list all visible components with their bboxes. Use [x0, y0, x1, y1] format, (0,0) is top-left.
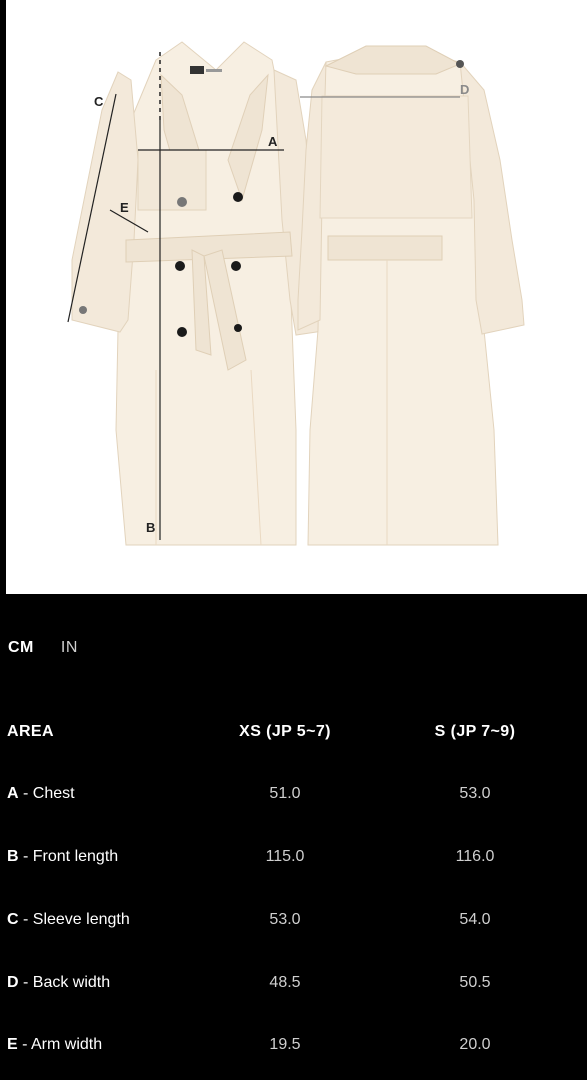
header-area: AREA	[7, 723, 54, 740]
value-s: 20.0	[459, 1036, 491, 1053]
value-s: 116.0	[455, 848, 495, 865]
measure-label-d: D	[460, 82, 469, 97]
button-icon	[177, 327, 187, 337]
value-xs: 19.5	[269, 1036, 301, 1053]
product-figure: A B C D E	[6, 0, 587, 594]
area-name: - Back width	[18, 974, 111, 991]
row-area: C - Sleeve length	[7, 911, 130, 929]
area-letter: E	[7, 1036, 18, 1053]
area-letter: D	[7, 974, 19, 991]
trench-coat-illustration: A B C D E	[67, 41, 525, 546]
button-icon	[231, 261, 241, 271]
unit-in-tab[interactable]: IN	[61, 639, 78, 657]
table-row: A - Chest 51.0 53.0	[0, 785, 587, 815]
button-icon	[175, 261, 185, 271]
area-name: - Sleeve length	[18, 911, 130, 928]
area-name: - Front length	[18, 848, 119, 865]
value-s: 50.5	[459, 974, 491, 991]
table-row: D - Back width 48.5 50.5	[0, 974, 587, 1004]
value-xs: 53.0	[269, 911, 301, 928]
button-icon	[456, 60, 464, 68]
measure-label-c: C	[94, 94, 104, 109]
button-icon	[234, 324, 242, 332]
table-row: E - Arm width 19.5 20.0	[0, 1036, 587, 1066]
row-area: E - Arm width	[7, 1036, 102, 1054]
measure-label-b: B	[146, 520, 155, 535]
table-header-row: AREA XS (JP 5~7) S (JP 7~9)	[0, 723, 587, 753]
measure-label-e: E	[120, 200, 129, 215]
table-row: B - Front length 115.0 116.0	[0, 848, 587, 878]
area-letter: A	[7, 785, 19, 802]
area-letter: C	[7, 911, 19, 928]
row-area: D - Back width	[7, 974, 110, 992]
value-xs: 48.5	[269, 974, 301, 991]
value-xs: 115.0	[265, 848, 305, 865]
area-name: - Chest	[18, 785, 75, 802]
brand-tag-icon	[190, 66, 204, 74]
value-s: 54.0	[459, 911, 491, 928]
unit-cm-tab[interactable]: CM	[8, 639, 34, 657]
value-s: 53.0	[459, 785, 491, 802]
button-icon	[79, 306, 87, 314]
header-size-xs: XS (JP 5~7)	[239, 723, 331, 740]
area-name: - Arm width	[17, 1036, 103, 1053]
table-row: C - Sleeve length 53.0 54.0	[0, 911, 587, 941]
area-letter: B	[7, 848, 19, 865]
row-area: A - Chest	[7, 785, 75, 803]
button-icon	[177, 197, 187, 207]
coat-back	[297, 45, 525, 546]
row-area: B - Front length	[7, 848, 118, 866]
unit-toggle: CM IN	[8, 639, 78, 657]
value-xs: 51.0	[269, 785, 301, 802]
measure-label-a: A	[268, 134, 278, 149]
button-icon	[233, 192, 243, 202]
header-size-s: S (JP 7~9)	[434, 723, 516, 740]
